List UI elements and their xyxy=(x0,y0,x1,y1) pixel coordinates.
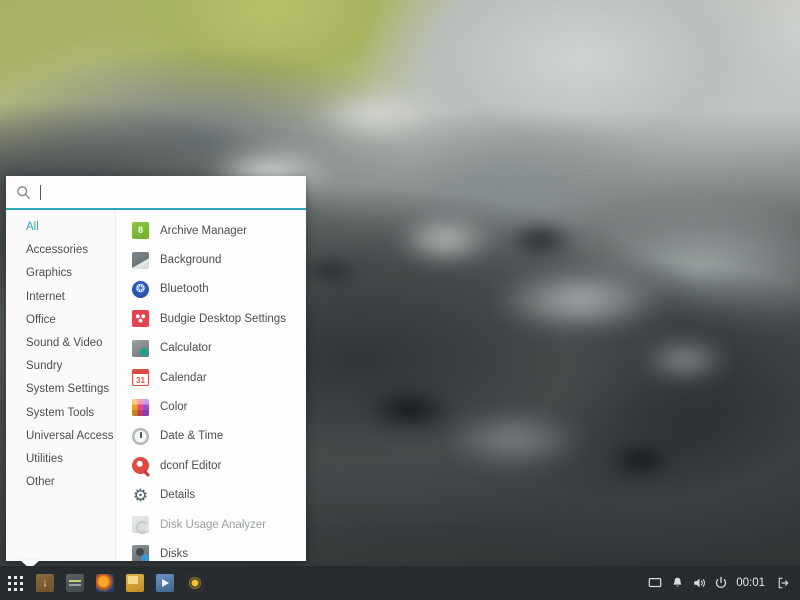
launcher-files[interactable] xyxy=(120,566,150,600)
app-item[interactable]: Date & Time xyxy=(116,422,306,451)
launcher-list xyxy=(30,566,210,600)
category-item-system-settings[interactable]: System Settings xyxy=(6,378,115,401)
app-item[interactable]: Calendar xyxy=(116,363,306,392)
app-item[interactable]: Archive Manager xyxy=(116,216,306,245)
app-item-label: Date & Time xyxy=(160,430,223,442)
category-item-other[interactable]: Other xyxy=(6,471,115,494)
disks-icon xyxy=(132,545,149,561)
launcher-text-editor[interactable] xyxy=(60,566,90,600)
application-list[interactable]: Archive Manager Background Bluetooth Budgie… xyxy=(116,210,306,561)
monitor-icon xyxy=(648,576,662,590)
app-item[interactable]: Color xyxy=(116,392,306,421)
speaker-icon xyxy=(692,576,707,590)
app-item-label: Calendar xyxy=(160,372,207,384)
app-grid-icon xyxy=(8,576,23,591)
terminal-icon xyxy=(36,574,54,592)
power-button[interactable] xyxy=(710,566,732,600)
date-time-icon xyxy=(132,428,149,445)
color-icon xyxy=(132,399,149,416)
category-item-accessories[interactable]: Accessories xyxy=(6,239,115,262)
app-item[interactable]: Disk Usage Analyzer xyxy=(116,510,306,539)
logout-button[interactable] xyxy=(772,566,794,600)
menu-body: AllAccessoriesGraphicsInternetOfficeSoun… xyxy=(6,210,306,561)
category-item-universal-access[interactable]: Universal Access xyxy=(6,425,115,448)
app-item-label: Disk Usage Analyzer xyxy=(160,519,266,531)
dconf-editor-icon xyxy=(132,457,149,474)
app-item-label: Budgie Desktop Settings xyxy=(160,313,286,325)
app-item-label: dconf Editor xyxy=(160,460,221,472)
category-item-utilities[interactable]: Utilities xyxy=(6,448,115,471)
details-icon xyxy=(132,487,149,504)
category-item-graphics[interactable]: Graphics xyxy=(6,262,115,285)
calendar-icon xyxy=(132,369,149,386)
search-icon xyxy=(16,185,31,200)
app-item-label: Details xyxy=(160,489,195,501)
category-list[interactable]: AllAccessoriesGraphicsInternetOfficeSoun… xyxy=(6,210,116,561)
app-item[interactable]: Budgie Desktop Settings xyxy=(116,304,306,333)
panel-right-section: 00:01 xyxy=(644,566,800,600)
firefox-icon xyxy=(96,574,114,592)
launcher-music-player[interactable] xyxy=(180,566,210,600)
show-desktop-button[interactable] xyxy=(644,566,666,600)
app-item[interactable]: Background xyxy=(116,245,306,274)
app-item-label: Color xyxy=(160,401,187,413)
logout-icon xyxy=(777,576,790,590)
calculator-icon xyxy=(132,340,149,357)
text-editor-icon xyxy=(66,574,84,592)
app-item-label: Archive Manager xyxy=(160,225,247,237)
bottom-panel[interactable]: 00:01 xyxy=(0,566,800,600)
category-item-system-tools[interactable]: System Tools xyxy=(6,402,115,425)
budgie-settings-icon xyxy=(132,310,149,327)
disk-usage-analyzer-icon xyxy=(132,516,149,533)
category-item-office[interactable]: Office xyxy=(6,309,115,332)
panel-left-section xyxy=(0,566,210,600)
app-item-label: Disks xyxy=(160,548,188,560)
app-menu-button[interactable] xyxy=(0,566,30,600)
app-item[interactable]: Bluetooth xyxy=(116,275,306,304)
power-icon xyxy=(714,576,728,590)
menu-search-row[interactable] xyxy=(6,176,306,210)
app-item-label: Calculator xyxy=(160,342,212,354)
launcher-terminal[interactable] xyxy=(30,566,60,600)
category-item-internet[interactable]: Internet xyxy=(6,286,115,309)
notifications-button[interactable] xyxy=(666,566,688,600)
files-icon xyxy=(126,574,144,592)
clock[interactable]: 00:01 xyxy=(732,577,772,589)
launcher-firefox[interactable] xyxy=(90,566,120,600)
category-item-sound-video[interactable]: Sound & Video xyxy=(6,332,115,355)
video-player-icon xyxy=(156,574,174,592)
category-item-sundry[interactable]: Sundry xyxy=(6,355,115,378)
app-item[interactable]: dconf Editor xyxy=(116,451,306,480)
app-item[interactable]: Calculator xyxy=(116,334,306,363)
bell-icon xyxy=(671,576,684,590)
app-item[interactable]: Disks xyxy=(116,539,306,561)
bluetooth-icon xyxy=(132,281,149,298)
background-icon xyxy=(132,252,149,269)
app-item-label: Bluetooth xyxy=(160,283,209,295)
category-item-all[interactable]: All xyxy=(6,216,115,239)
app-item[interactable]: Details xyxy=(116,481,306,510)
search-text-caret xyxy=(40,185,41,200)
launcher-video-player[interactable] xyxy=(150,566,180,600)
music-player-icon xyxy=(186,574,204,592)
application-menu[interactable]: AllAccessoriesGraphicsInternetOfficeSoun… xyxy=(6,176,306,561)
archive-manager-icon xyxy=(132,222,149,239)
app-item-label: Background xyxy=(160,254,221,266)
volume-button[interactable] xyxy=(688,566,710,600)
